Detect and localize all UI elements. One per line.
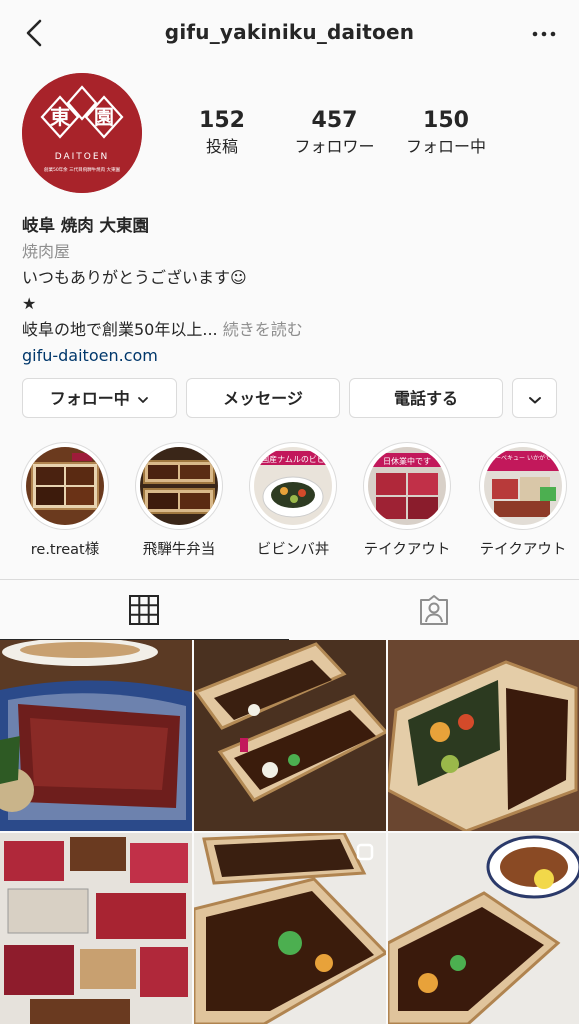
highlight-overlay-text: 日休業中です bbox=[383, 456, 431, 466]
stat-following[interactable]: 150 フォロー中 bbox=[398, 108, 494, 158]
stat-posts[interactable]: 152 投稿 bbox=[190, 108, 254, 158]
post-thumbnail[interactable] bbox=[388, 640, 579, 831]
stat-following-label: フォロー中 bbox=[405, 137, 486, 156]
bio-line-1: いつもありがとうございます☺ bbox=[22, 268, 247, 287]
highlight-2[interactable]: 飛騨牛弁当 bbox=[129, 442, 229, 559]
highlight-thumbnail bbox=[140, 447, 218, 525]
chevron-down-icon bbox=[138, 396, 149, 403]
highlight-label: 飛騨牛弁当 bbox=[142, 542, 216, 558]
following-button-label: フォロー中 bbox=[49, 389, 130, 408]
tagged-person-icon bbox=[420, 595, 448, 625]
following-button[interactable]: フォロー中 bbox=[22, 378, 177, 418]
highlight-1[interactable]: re.treat様 bbox=[15, 442, 115, 559]
chevron-down-icon bbox=[528, 396, 541, 403]
bio-line-2: ★ bbox=[22, 294, 37, 313]
logo-kanji-2: 園 bbox=[94, 105, 114, 129]
highlight-thumbnail: 日休業中です bbox=[368, 447, 446, 525]
highlight-ring: お家でバーベキュー いかがでしょうか bbox=[479, 442, 567, 530]
daitoen-logo: 東 園 DAITOEN 創業50年余 三代目飛騨牛焼肉 大東園 bbox=[22, 73, 142, 193]
call-button-label: 電話する bbox=[393, 389, 458, 408]
post-thumbnail[interactable] bbox=[194, 833, 386, 1024]
highlight-label: テイクアウト bbox=[363, 542, 451, 558]
highlight-overlay-text: お家でバーベキュー いかがでしょうか bbox=[484, 454, 562, 462]
website-link[interactable]: gifu-daitoen.com bbox=[22, 343, 562, 369]
tab-tagged[interactable] bbox=[290, 580, 579, 640]
avatar[interactable]: 東 園 DAITOEN 創業50年余 三代目飛騨牛焼肉 大東園 bbox=[22, 73, 142, 193]
highlight-label: テイクアウト bbox=[479, 542, 567, 558]
highlight-ring bbox=[21, 442, 109, 530]
profile-bio: 岐阜 焼肉 大東園 焼肉屋 いつもありがとうございます☺ ★ 岐阜の地で創業50… bbox=[22, 213, 562, 369]
suggested-accounts-button[interactable] bbox=[512, 378, 557, 418]
highlight-overlay-text: 国産ナムルのビビ bbox=[261, 454, 325, 464]
logo-text: DAITOEN bbox=[55, 152, 110, 162]
post-thumbnail[interactable] bbox=[0, 833, 192, 1024]
post-thumbnail[interactable] bbox=[194, 640, 386, 831]
highlight-ring: 国産ナムルのビビ bbox=[249, 442, 337, 530]
top-bar: gifu_yakiniku_daitoen bbox=[0, 0, 579, 70]
stat-posts-value: 152 bbox=[199, 108, 245, 133]
post-thumbnail[interactable] bbox=[0, 640, 192, 831]
tab-posts-grid[interactable] bbox=[0, 580, 289, 640]
grid-icon bbox=[129, 595, 159, 625]
message-button-label: メッセージ bbox=[223, 389, 303, 408]
stat-followers[interactable]: 457 フォロワー bbox=[287, 108, 382, 158]
bio-more-link[interactable]: 続きを読む bbox=[223, 320, 303, 339]
call-button[interactable]: 電話する bbox=[349, 378, 503, 418]
profile-category: 焼肉屋 bbox=[22, 242, 71, 261]
logo-kanji-1: 東 bbox=[50, 105, 70, 129]
highlight-4[interactable]: 日休業中です テイクアウト bbox=[357, 442, 457, 559]
profile-name: 岐阜 焼肉 大東園 bbox=[22, 216, 149, 235]
highlight-ring bbox=[135, 442, 223, 530]
highlight-label: ビビンバ丼 bbox=[256, 542, 330, 558]
highlight-5[interactable]: お家でバーベキュー いかがでしょうか テイクアウト bbox=[473, 442, 573, 559]
highlight-thumbnail bbox=[26, 447, 104, 525]
stat-following-value: 150 bbox=[423, 108, 469, 133]
stat-followers-label: フォロワー bbox=[294, 137, 375, 156]
profile-username: gifu_yakiniku_daitoen bbox=[164, 20, 415, 44]
posts-grid bbox=[0, 640, 579, 1024]
more-horizontal-icon[interactable] bbox=[529, 22, 559, 46]
highlight-thumbnail: お家でバーベキュー いかがでしょうか bbox=[484, 447, 562, 525]
stat-posts-label: 投稿 bbox=[205, 137, 238, 156]
post-thumbnail[interactable] bbox=[388, 833, 579, 1024]
highlight-thumbnail: 国産ナムルのビビ bbox=[254, 447, 332, 525]
logo-subtext: 創業50年余 三代目飛騨牛焼肉 大東園 bbox=[44, 166, 121, 173]
highlight-ring: 日休業中です bbox=[363, 442, 451, 530]
bio-line-3: 岐阜の地で創業50年以上... bbox=[22, 320, 218, 339]
highlight-label: re.treat様 bbox=[30, 542, 100, 558]
message-button[interactable]: メッセージ bbox=[186, 378, 340, 418]
profile-tabs bbox=[0, 579, 579, 640]
bio-line-3-wrap: 岐阜の地で創業50年以上... 続きを読む bbox=[22, 317, 562, 343]
highlight-3[interactable]: 国産ナムルのビビ ビビンバ丼 bbox=[243, 442, 343, 559]
stat-followers-value: 457 bbox=[311, 108, 358, 133]
